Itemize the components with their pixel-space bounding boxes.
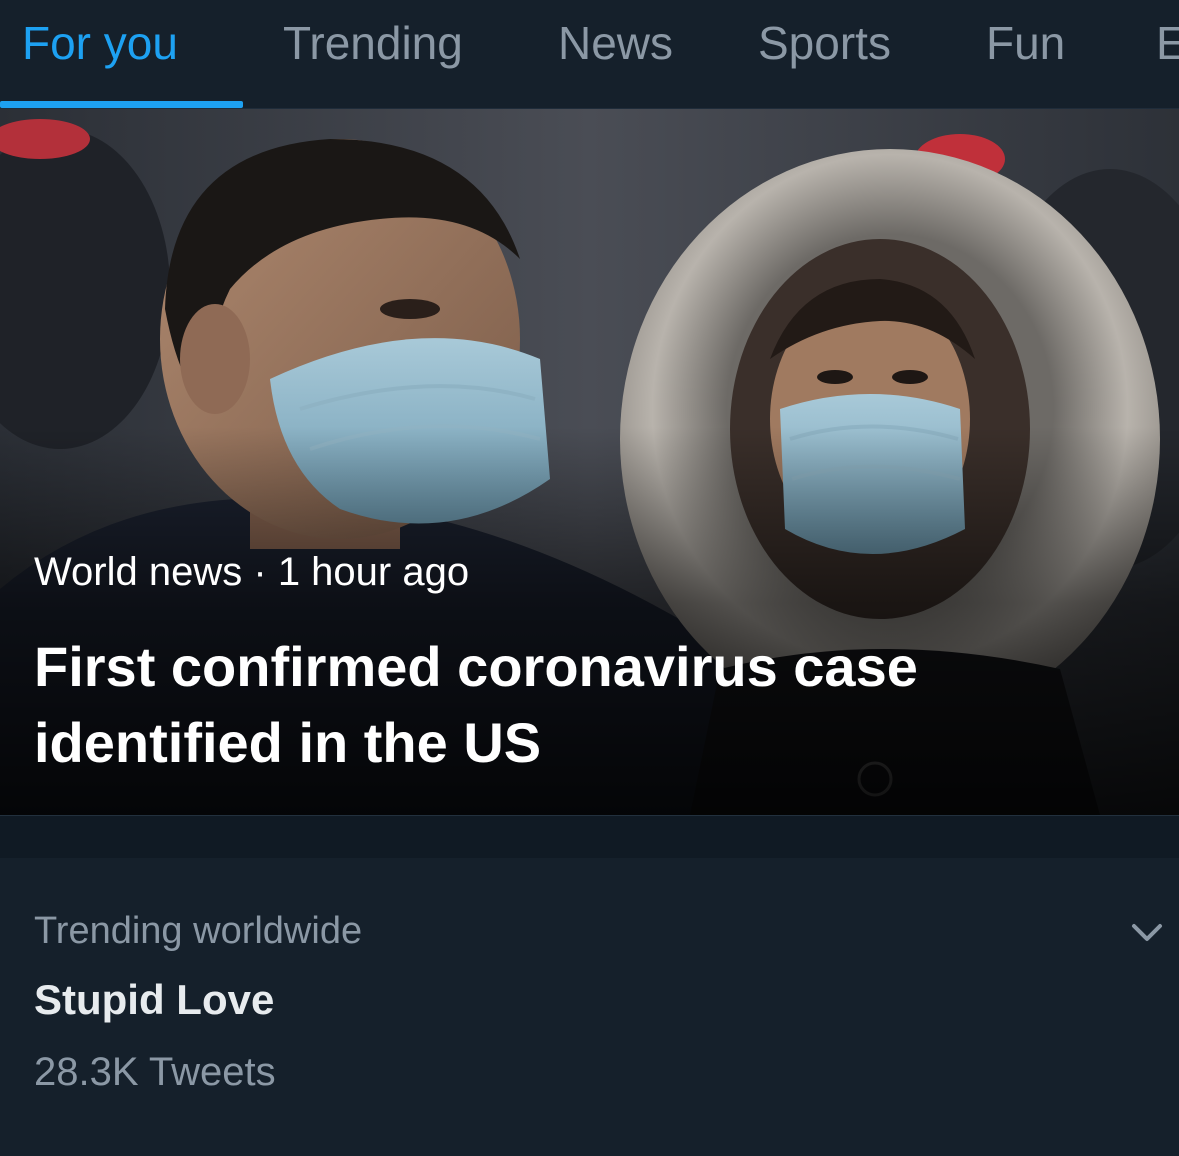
hero-headline-line-2: identified in the US: [34, 711, 542, 774]
explore-screen: For you Trending News Sports Fun E: [0, 0, 1179, 1156]
tab-entertainment[interactable]: E: [1156, 16, 1179, 70]
hero-category: World news: [34, 550, 243, 594]
trend-name: Stupid Love: [34, 976, 275, 1023]
tab-for-you[interactable]: For you: [22, 16, 178, 70]
tab-sports[interactable]: Sports: [758, 16, 891, 70]
hero-meta-separator: ·: [253, 550, 267, 594]
trend-item[interactable]: Trending worldwide Stupid Love 28.3K Twe…: [0, 858, 1179, 1156]
chevron-down-icon[interactable]: [1124, 910, 1170, 956]
tab-trending[interactable]: Trending: [283, 16, 463, 70]
explore-tab-bar: For you Trending News Sports Fun E: [0, 0, 1179, 109]
hero-time: 1 hour ago: [277, 550, 470, 594]
hero-meta: World news · 1 hour ago: [34, 550, 469, 595]
trend-context: Trending worldwide: [34, 910, 363, 952]
hero-headline: First confirmed coronavirus case identif…: [34, 629, 1164, 781]
trend-tweet-count: 28.3K Tweets: [34, 1050, 276, 1094]
tab-news[interactable]: News: [558, 16, 673, 70]
tab-fun[interactable]: Fun: [986, 16, 1065, 70]
section-divider: [0, 815, 1179, 859]
hero-headline-line-1: First confirmed coronavirus case: [34, 635, 918, 698]
active-tab-indicator: [0, 101, 243, 108]
hero-news-card[interactable]: World news · 1 hour ago First confirmed …: [0, 109, 1179, 815]
